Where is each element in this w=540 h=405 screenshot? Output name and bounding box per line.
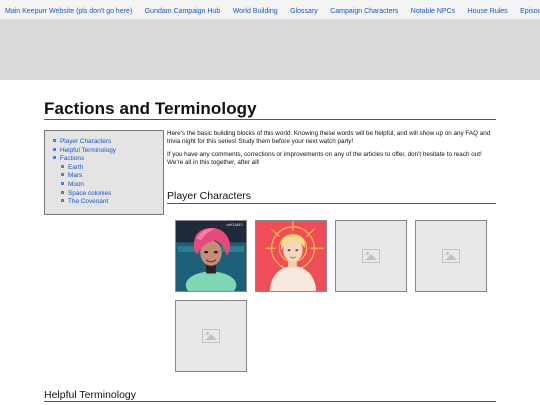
nav-link-glossary[interactable]: Glossary [286,2,322,19]
header-banner [0,20,540,80]
character-card-1[interactable]: seKIAAE1 [175,220,247,292]
bullet-icon [61,173,64,177]
bullet-icon [53,139,56,142]
nav-link-house-rules[interactable]: House Rules [464,2,512,19]
intro-text: Here's the basic building blocks of this… [167,130,497,167]
nav-link-world-building[interactable]: World Building [229,2,282,19]
character-portrait-image [256,221,326,291]
title-divider [44,119,496,120]
bullet-icon [53,156,56,160]
section-divider [44,401,496,402]
toc-item-factions[interactable]: Factions [53,155,163,164]
nav-link-notable-npcs[interactable]: Notable NPCs [407,2,459,19]
top-navigation: Main Keepurr Website (pls don't go here)… [0,0,540,20]
toc-subitem-moon[interactable]: Moon [53,181,163,190]
bullet-icon [53,147,56,151]
toc-subitem-earth[interactable]: Earth [53,164,163,173]
table-of-contents: Player Characters Helpful Terminology Fa… [44,130,164,215]
nav-link-campaign-characters[interactable]: Campaign Characters [326,2,402,19]
bullet-icon [61,164,64,168]
intro-paragraph: Here's the basic building blocks of this… [167,130,491,145]
image-placeholder-icon [442,249,460,263]
image-placeholder-icon [202,329,220,343]
toc-subitem-the-covenant[interactable]: The Covenant [53,198,163,207]
character-card-placeholder[interactable] [175,300,247,372]
nav-link-main-website[interactable]: Main Keepurr Website (pls don't go here) [0,2,136,19]
image-placeholder-icon [362,249,380,263]
section-divider [167,203,496,204]
bullet-icon [61,190,64,194]
toc-item-player-characters[interactable]: Player Characters [53,138,163,147]
character-card-2[interactable] [255,220,327,292]
nav-link-campaign-hub[interactable]: Gundam Campaign Hub [141,2,225,19]
section-heading-helpful-terminology: Helpful Terminology [44,389,137,401]
toc-item-helpful-terminology[interactable]: Helpful Terminology [53,147,163,156]
page-title: Factions and Terminology [44,99,257,118]
bullet-icon [61,181,64,185]
section-heading-player-characters: Player Characters [167,190,252,202]
character-portrait-image [176,221,246,291]
character-card-placeholder[interactable] [415,220,487,292]
character-card-placeholder[interactable] [335,220,407,292]
toc-subitem-space-colonies[interactable]: Space colonies [53,190,163,199]
nav-link-episode-summaries[interactable]: Episode Summar [516,2,540,19]
toc-subitem-mars[interactable]: Mars [53,172,163,181]
intro-paragraph: If you have any comments, corrections or… [167,151,482,166]
artist-signature: seKIAAE1 [226,223,243,227]
bullet-icon [61,199,64,203]
